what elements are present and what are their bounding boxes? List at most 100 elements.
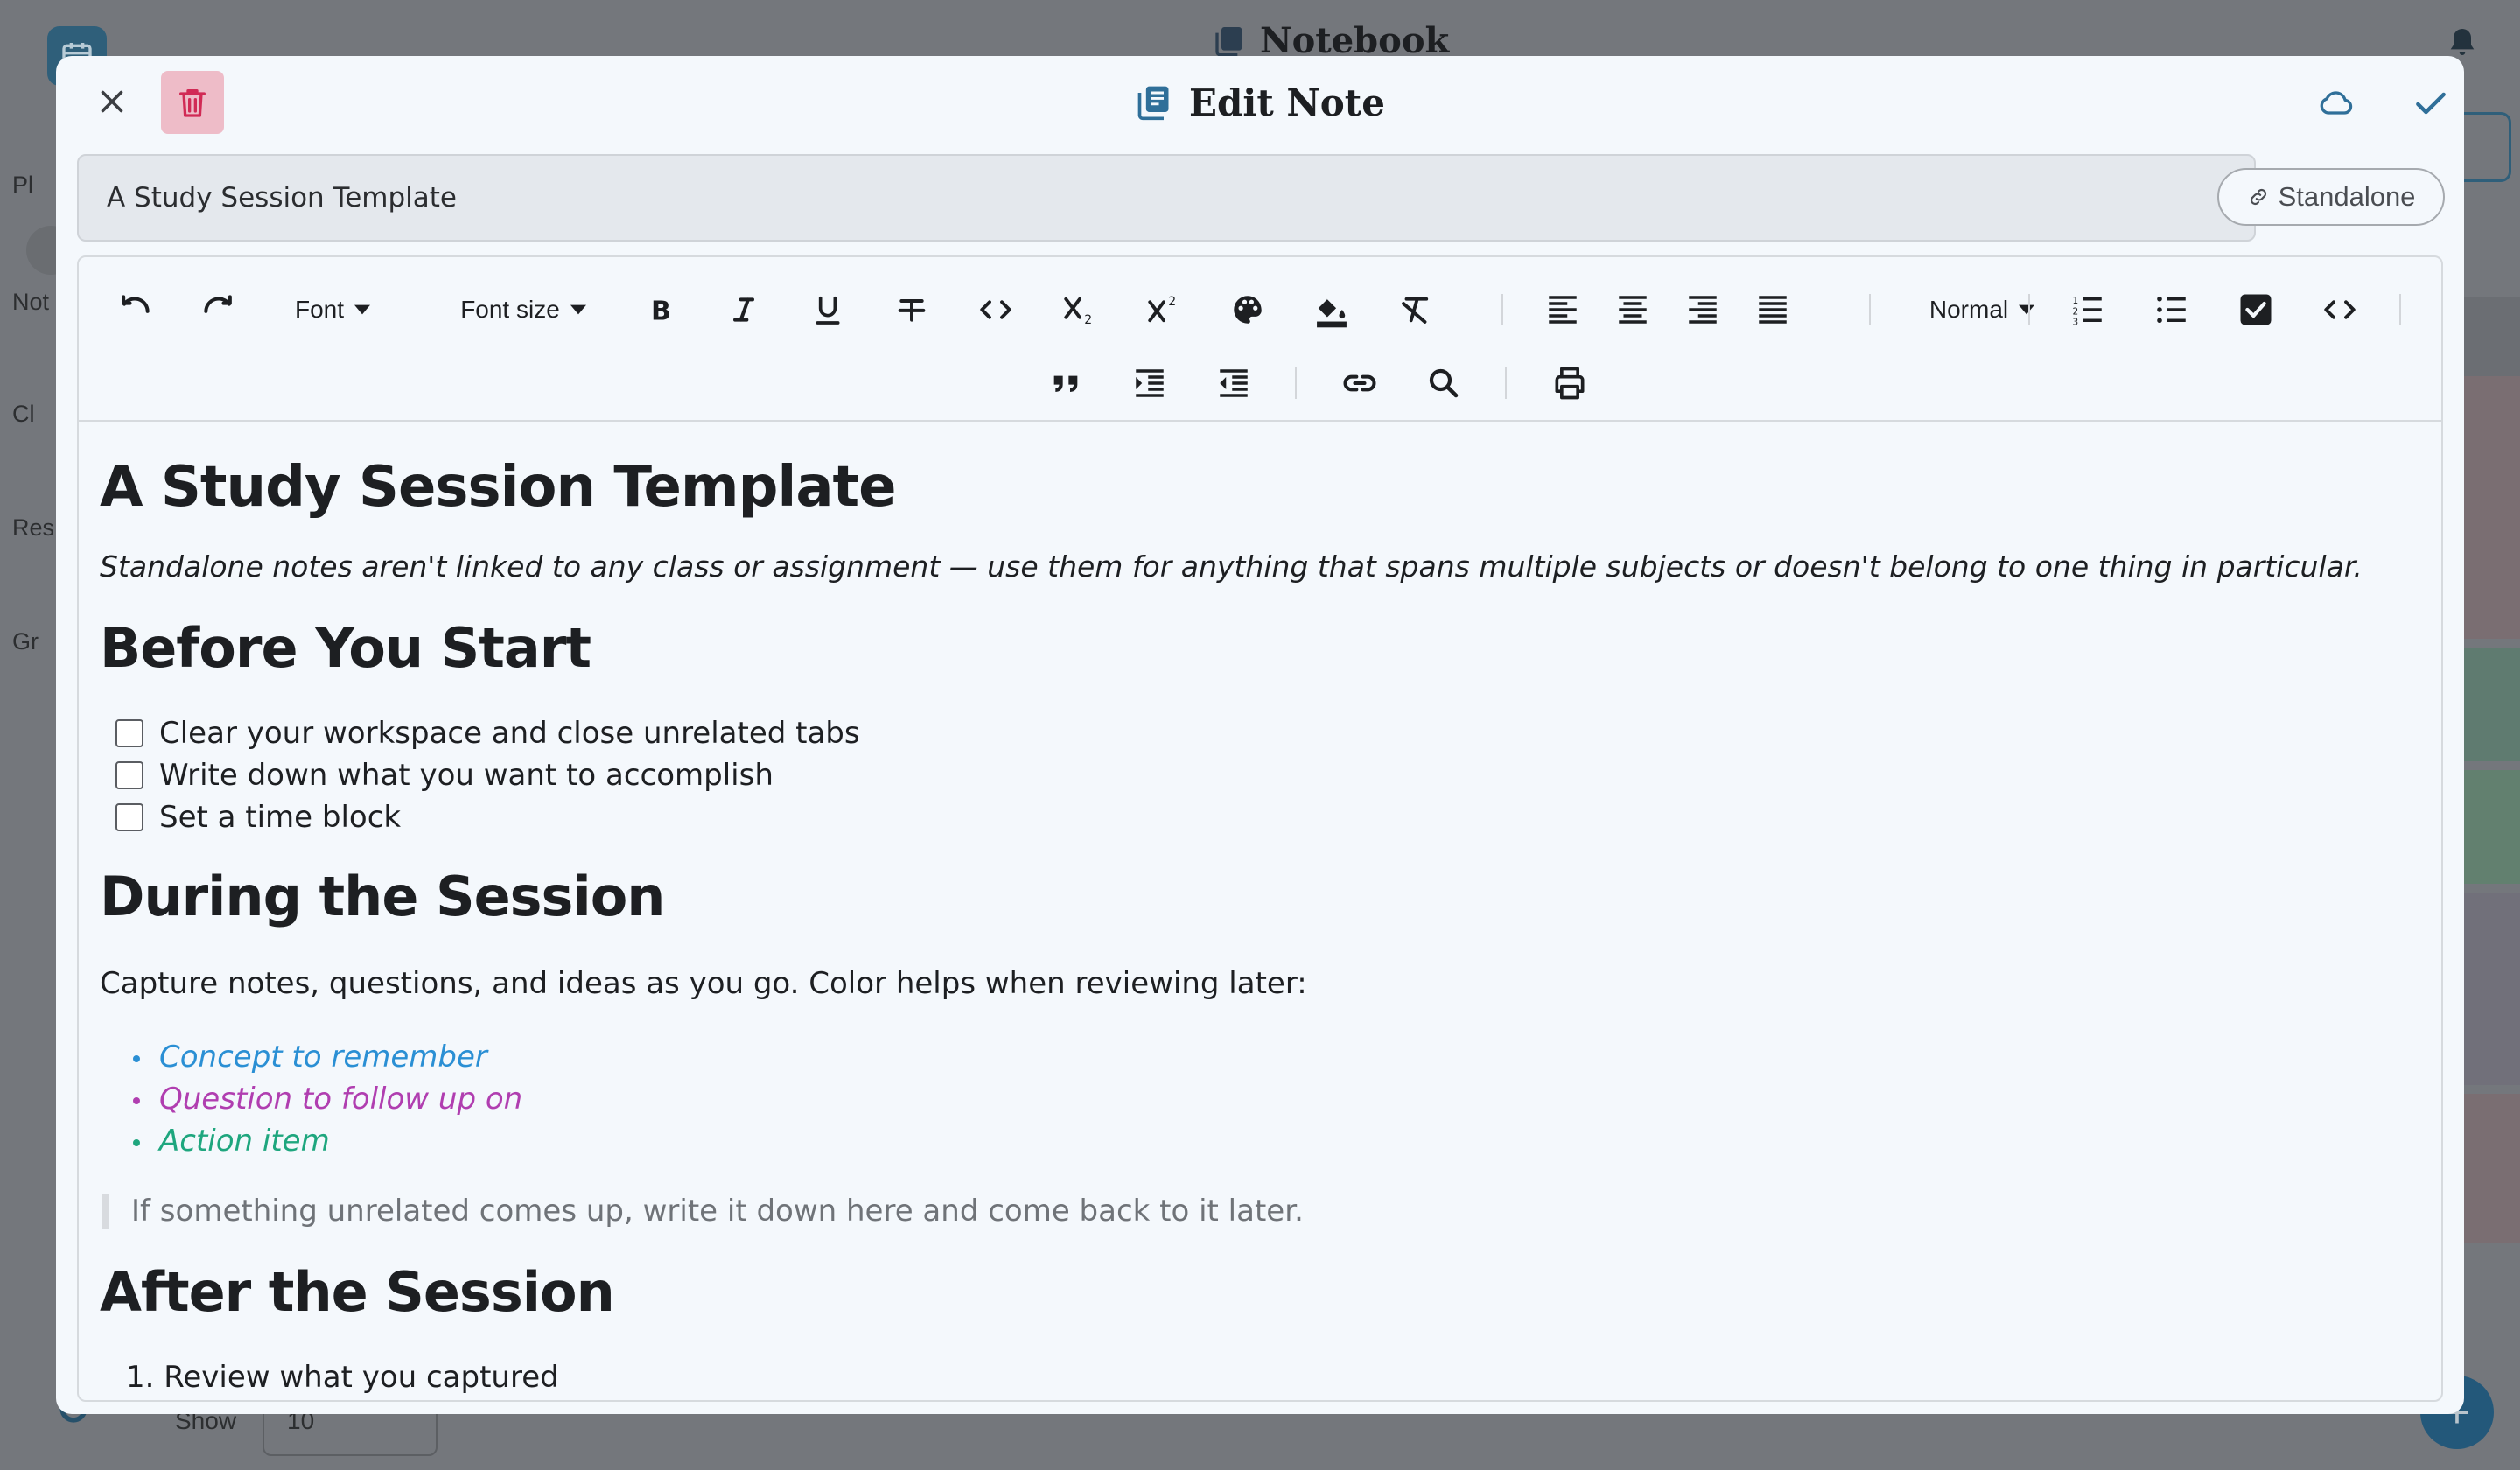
underline-icon — [816, 296, 840, 325]
checkbox[interactable] — [116, 719, 144, 747]
align-center-button[interactable] — [1608, 280, 1657, 340]
block-type-dropdown[interactable]: Normal — [1908, 280, 2056, 340]
svg-text:B: B — [651, 297, 671, 327]
ordered-list-button[interactable]: 123 — [2063, 280, 2112, 340]
insert-link-button[interactable] — [1335, 354, 1384, 413]
note-heading: A Study Session Template — [100, 455, 896, 520]
align-justify-icon — [1759, 296, 1787, 324]
caret-down-icon — [2019, 304, 2035, 315]
ordered-list-item: 1. Review what you captured — [126, 1360, 559, 1395]
highlight-color-button[interactable] — [1307, 280, 1356, 340]
printer-icon — [1555, 367, 1585, 400]
bell-icon[interactable] — [2445, 24, 2480, 60]
align-center-icon — [1619, 296, 1647, 324]
svg-text:1: 1 — [2073, 296, 2079, 306]
font-size-dropdown[interactable]: Font size — [438, 280, 609, 340]
code-block-button[interactable] — [2315, 280, 2364, 340]
code-icon — [980, 300, 1012, 319]
editor-toolbar: Font Font size B 2 2 Normal 1 2 3 — [79, 257, 2441, 422]
editor-content[interactable]: A Study Session Template Standalone note… — [79, 424, 2441, 1400]
checklist-item[interactable]: Write down what you want to accomplish — [116, 758, 774, 793]
undo-icon — [122, 295, 150, 313]
italic-icon — [733, 298, 754, 322]
bold-icon: B — [651, 297, 671, 327]
underline-button[interactable] — [803, 280, 852, 340]
blockquote-button[interactable] — [1041, 354, 1090, 413]
checklist-item[interactable]: Clear your workspace and close unrelated… — [116, 716, 860, 751]
list-item-action: Action item — [133, 1124, 330, 1158]
search-button[interactable] — [1419, 354, 1468, 413]
modal-title: Edit Note — [56, 77, 2464, 128]
notebook-icon — [1215, 27, 1242, 57]
superscript-button[interactable]: 2 — [1139, 280, 1188, 340]
checkbox[interactable] — [116, 761, 144, 789]
cloud-icon — [2320, 91, 2353, 115]
outdent-icon — [1220, 369, 1248, 397]
sidebar-fragment: Gr — [12, 628, 38, 654]
svg-text:2: 2 — [1084, 313, 1092, 327]
fill-bucket-icon — [1317, 295, 1347, 328]
section-heading: During the Session — [100, 864, 665, 928]
toolbar-divider — [2028, 294, 2030, 326]
toolbar-divider — [1295, 368, 1297, 399]
section-heading: Before You Start — [100, 616, 592, 680]
edit-note-modal: Edit Note Standalone Font Font — [56, 56, 2464, 1414]
modal-header: Edit Note — [56, 56, 2464, 149]
checklist-item[interactable]: Set a time block — [116, 800, 401, 835]
subscript-icon: 2 — [1064, 297, 1092, 327]
caret-down-icon — [354, 304, 371, 315]
save-button[interactable] — [2404, 77, 2457, 130]
checkbox[interactable] — [116, 803, 144, 831]
sidebar-fragment: Pl — [12, 172, 34, 198]
outdent-button[interactable] — [1209, 354, 1258, 413]
redo-icon — [204, 295, 232, 313]
sidebar-fragment: Cl — [12, 401, 35, 427]
text-color-button[interactable] — [1223, 280, 1272, 340]
notebook-icon — [1138, 86, 1169, 121]
rich-text-editor: Font Font size B 2 2 Normal 1 2 3 A Stud… — [77, 256, 2443, 1402]
list-item-question: Question to follow up on — [132, 1082, 523, 1116]
svg-text:2: 2 — [1168, 295, 1176, 309]
clear-formatting-button[interactable] — [1391, 280, 1440, 340]
strikethrough-button[interactable] — [887, 280, 936, 340]
align-left-icon — [1549, 296, 1577, 324]
indent-button[interactable] — [1125, 354, 1174, 413]
toolbar-divider — [1502, 294, 1503, 326]
clear-format-icon — [1402, 297, 1429, 324]
subscript-button[interactable]: 2 — [1055, 280, 1104, 340]
align-left-button[interactable] — [1538, 280, 1587, 340]
app-title: Notebook — [1213, 20, 1449, 61]
redo-button[interactable] — [194, 280, 243, 340]
list-item-concept: Concept to remember — [133, 1040, 487, 1074]
note-title-input[interactable] — [77, 154, 2256, 242]
sidebar-fragment: Not — [12, 289, 50, 315]
check-icon — [2416, 92, 2446, 115]
bold-button[interactable]: B — [635, 280, 684, 340]
link-icon — [2250, 188, 2266, 206]
align-right-icon — [1689, 296, 1717, 324]
paragraph: Capture notes, questions, and ideas as y… — [100, 966, 1307, 1001]
bullet-list-icon — [2157, 296, 2186, 324]
toolbar-divider — [2399, 294, 2401, 326]
strikethrough-icon — [898, 299, 926, 322]
caret-down-icon — [570, 304, 586, 315]
cloud-sync-button[interactable] — [2310, 77, 2362, 130]
print-button[interactable] — [1545, 354, 1594, 413]
inline-code-button[interactable] — [971, 280, 1020, 340]
checklist-button[interactable] — [2231, 280, 2280, 340]
align-justify-button[interactable] — [1748, 280, 1797, 340]
font-family-dropdown[interactable]: Font — [280, 280, 385, 340]
italic-button[interactable] — [719, 280, 768, 340]
svg-text:3: 3 — [2073, 318, 2079, 328]
link-type-chip[interactable]: Standalone — [2217, 168, 2445, 226]
undo-button[interactable] — [110, 280, 159, 340]
code-icon — [2324, 300, 2356, 319]
align-right-button[interactable] — [1678, 280, 1727, 340]
bullet-list-button[interactable] — [2147, 280, 2196, 340]
toolbar-divider — [1505, 368, 1507, 399]
indent-icon — [1136, 369, 1164, 397]
intro-paragraph: Standalone notes aren't linked to any cl… — [100, 550, 2362, 584]
toolbar-divider — [1869, 294, 1871, 326]
palette-icon — [1234, 296, 1262, 324]
link-icon — [1343, 374, 1376, 392]
